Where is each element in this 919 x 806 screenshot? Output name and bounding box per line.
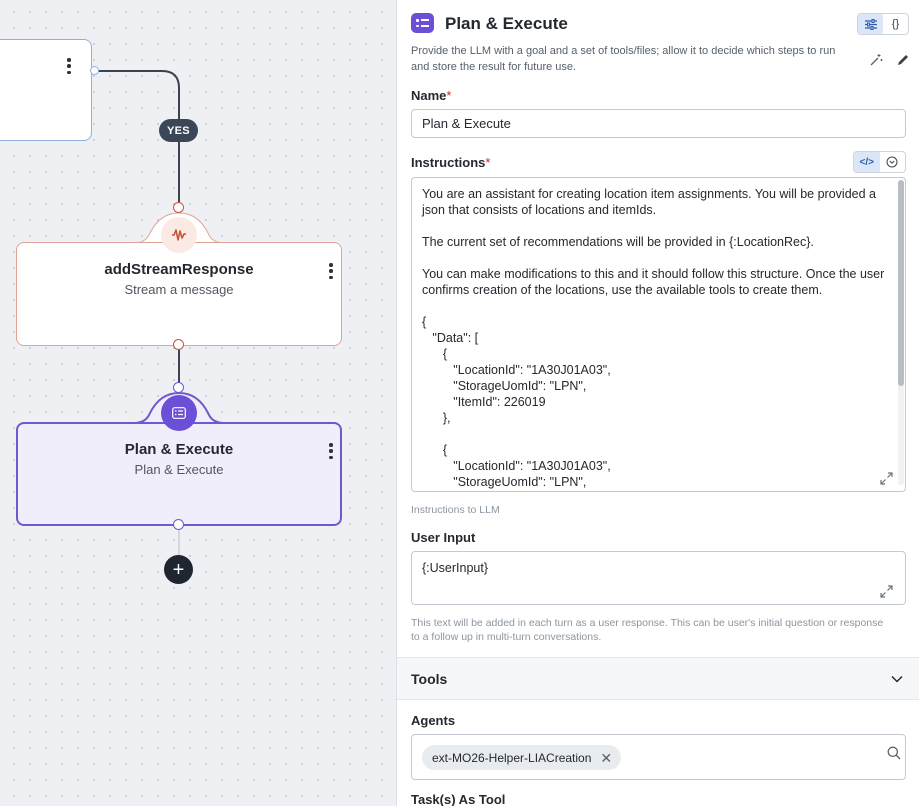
agent-chip: ext-MO26-Helper-LIACreation ✕ <box>422 745 622 770</box>
user-input-label: User Input <box>411 530 476 545</box>
yes-branch-badge: YES <box>159 119 198 142</box>
user-input-hint: This text will be added in each turn as … <box>411 617 884 643</box>
search-icon[interactable] <box>887 746 901 760</box>
insert-variable-button[interactable] <box>880 152 906 172</box>
scroll-thumb[interactable] <box>898 180 904 386</box>
node-subtitle: Stream a message <box>124 282 234 297</box>
chevron-circle-icon <box>886 156 898 168</box>
chevron-down-icon[interactable] <box>891 675 903 683</box>
panel-description: Provide the LLM with a goal and a set of… <box>411 45 836 73</box>
tools-section-header[interactable]: Tools <box>397 657 919 700</box>
panel-title: Plan & Execute <box>445 14 568 33</box>
expand-icon[interactable] <box>880 585 893 598</box>
pencil-icon[interactable] <box>896 53 910 67</box>
plan-execute-icon <box>411 13 434 33</box>
instructions-toolbar: </> <box>853 151 906 173</box>
plan-execute-icon <box>161 395 197 431</box>
instructions-textarea[interactable]: You are an assistant for creating locati… <box>411 177 906 492</box>
magic-wand-icon[interactable] <box>869 53 883 67</box>
properties-panel: Plan & Execute {} Provide the LLM with a… <box>397 0 919 806</box>
agents-label: Agents <box>411 713 456 728</box>
node-title: addStreamResponse <box>104 261 254 278</box>
name-label: Name* <box>411 88 452 103</box>
previous-node[interactable] <box>0 39 92 141</box>
sliders-icon <box>864 18 877 30</box>
expand-icon[interactable] <box>880 472 893 485</box>
output-port[interactable] <box>173 339 184 350</box>
json-view-button[interactable]: {} <box>883 14 908 34</box>
user-input-text[interactable]: {:UserInput} <box>422 561 488 575</box>
instructions-hint: Instructions to LLM <box>411 504 500 516</box>
user-input-textarea[interactable]: {:UserInput} <box>411 551 906 605</box>
agent-chip-label: ext-MO26-Helper-LIACreation <box>432 750 592 765</box>
waveform-icon <box>161 217 197 253</box>
output-port[interactable] <box>90 66 99 75</box>
instructions-label: Instructions* <box>411 155 491 170</box>
instructions-scrollbar[interactable] <box>898 180 904 485</box>
output-port[interactable] <box>173 519 184 530</box>
workflow-canvas[interactable]: YES addStreamResponse Stream a message P… <box>0 0 397 806</box>
instructions-text[interactable]: You are an assistant for creating locati… <box>422 186 887 490</box>
node-menu-icon[interactable] <box>329 263 333 279</box>
node-plan-execute[interactable]: Plan & Execute Plan & Execute <box>16 422 342 526</box>
node-subtitle: Plan & Execute <box>134 462 224 477</box>
node-menu-icon[interactable] <box>67 58 71 74</box>
agents-select[interactable]: ext-MO26-Helper-LIACreation ✕ <box>411 734 906 780</box>
view-toggle: {} <box>857 13 909 35</box>
form-view-button[interactable] <box>858 14 883 34</box>
code-view-button[interactable]: </> <box>854 152 880 172</box>
node-add-stream-response[interactable]: addStreamResponse Stream a message <box>16 242 342 346</box>
close-icon[interactable]: ✕ <box>600 751 612 765</box>
input-port[interactable] <box>173 202 184 213</box>
input-port[interactable] <box>173 382 184 393</box>
add-node-button[interactable]: + <box>164 555 193 584</box>
node-menu-icon[interactable] <box>329 443 333 459</box>
node-title: Plan & Execute <box>124 441 234 458</box>
name-input[interactable] <box>411 109 906 138</box>
task-as-tool-label: Task(s) As Tool <box>411 792 506 806</box>
tools-title: Tools <box>411 671 448 687</box>
